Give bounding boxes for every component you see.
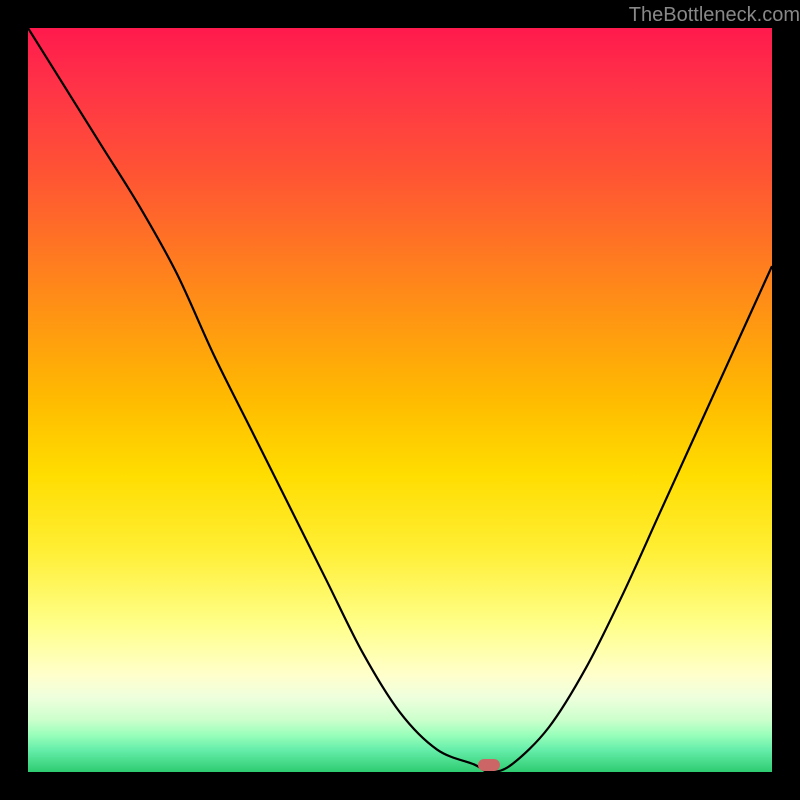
chart-container: TheBottleneck.com xyxy=(28,0,800,772)
plot-area xyxy=(28,28,772,772)
optimal-point-marker xyxy=(478,759,500,771)
watermark-text: TheBottleneck.com xyxy=(629,4,800,27)
bottleneck-curve-line xyxy=(28,28,772,772)
curve-svg xyxy=(28,28,772,772)
